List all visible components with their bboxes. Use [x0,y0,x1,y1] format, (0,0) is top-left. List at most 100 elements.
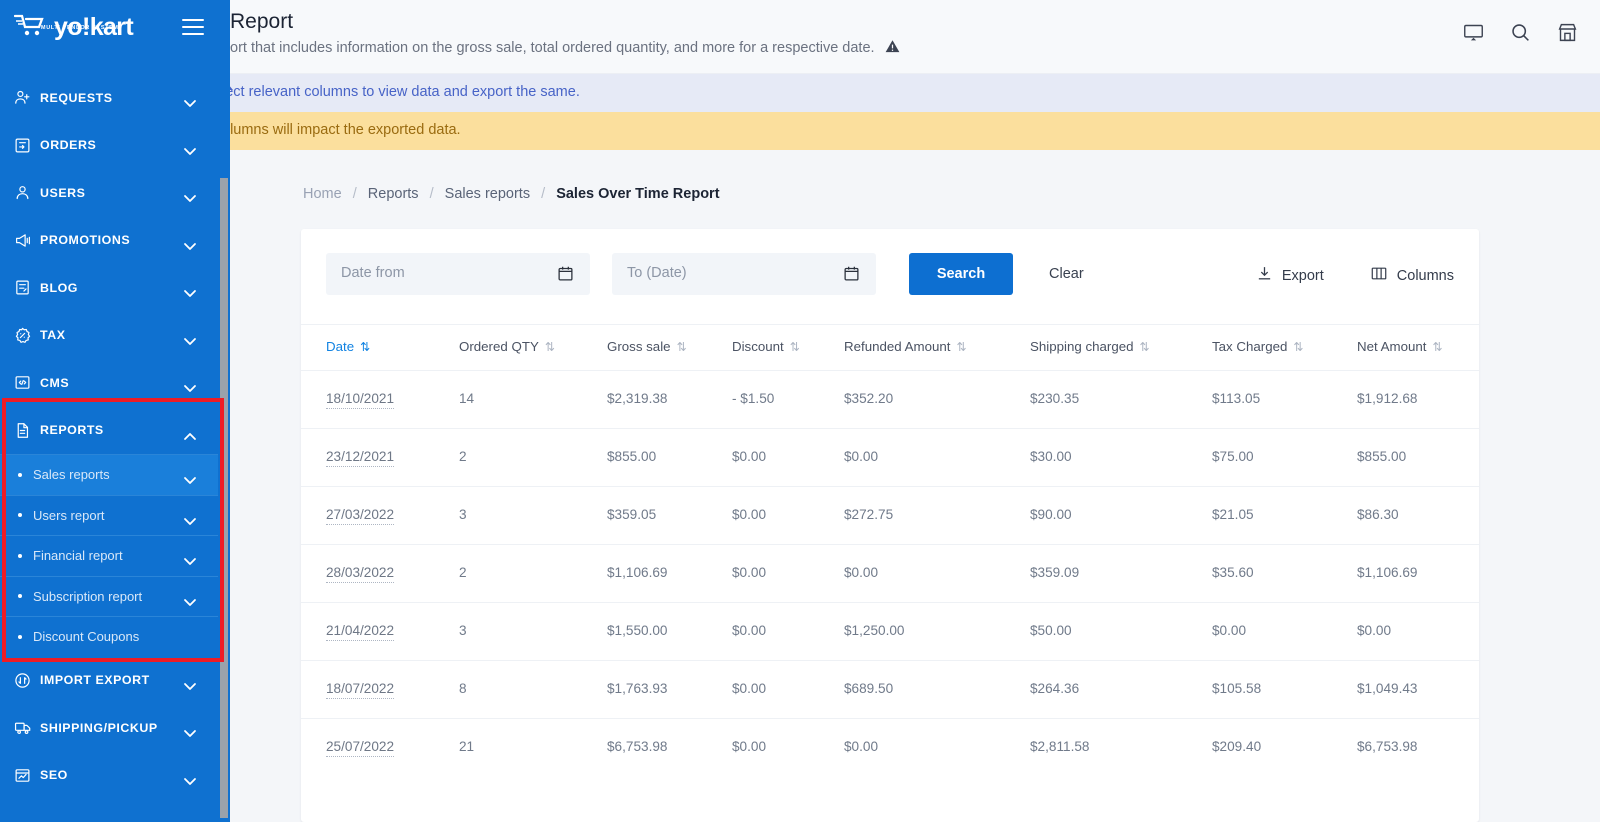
filter-toolbar: Date from To (Date) Search Clear Export … [301,229,1479,324]
search-icon[interactable] [1510,22,1531,43]
sidebar-item-promotions[interactable]: PROMOTIONS [0,217,230,265]
date-from-field[interactable]: Date from [326,253,590,295]
breadcrumb-item-sales-reports[interactable]: Sales reports [445,186,530,202]
cell-date[interactable]: 18/07/2022 [301,660,459,719]
column-label: Tax Charged [1212,339,1288,354]
column-header-discount[interactable]: Discount ⇅ [732,324,844,371]
chevron-down-icon[interactable] [180,551,200,576]
sidebar-item-import-export[interactable]: IMPORT EXPORT [0,657,230,705]
sidebar-nav: REQUESTS ORDERS USERS PROMOTIONS BLOG TAX CMS R… [0,74,230,799]
cell-date[interactable]: 27/03/2022 [301,486,459,545]
export-button[interactable]: Export [1256,265,1324,286]
sidebar-item-orders[interactable]: ORDERS [0,122,230,170]
blog-page-icon [14,279,40,296]
chevron-down-icon[interactable] [180,511,200,536]
toolbar-right-actions: Export Columns [1256,265,1454,286]
column-header-net-amount[interactable]: Net Amount ⇅ [1357,324,1479,371]
cell-discount: $0.00 [732,428,844,487]
cell-gross-sale: $855.00 [607,428,732,487]
cell-date[interactable]: 25/07/2022 [301,719,459,777]
column-header-refunded-amount[interactable]: Refunded Amount ⇅ [844,324,1030,371]
cell-shipping-charged: $90.00 [1030,486,1212,545]
sidebar-scrollbar[interactable] [220,178,228,818]
sidebar-item-blog[interactable]: BLOG [0,264,230,312]
column-header-date[interactable]: Date ⇅ [301,324,459,371]
seo-window-icon [14,767,40,784]
sidebar-subitem-subscription-report[interactable]: Subscription report [0,575,230,617]
cell-tax-charged: $0.00 [1212,602,1357,661]
sidebar-subitem-label: Users report [33,507,105,523]
warning-triangle-icon [885,39,900,58]
cell-date[interactable]: 28/03/2022 [301,544,459,603]
breadcrumb-separator: / [541,186,546,202]
export-label: Export [1281,267,1324,284]
chevron-up-icon[interactable] [180,426,200,451]
cell-net-amount: $86.30 [1357,486,1479,545]
cell-refunded-amount: $1,250.00 [844,602,1030,661]
table-header: Date ⇅ Ordered QTY ⇅ Gross sale ⇅ Discount ⇅… [301,324,1479,371]
chevron-down-icon[interactable] [180,771,200,796]
cell-refunded-amount: $0.00 [844,428,1030,487]
date-to-field[interactable]: To (Date) [612,253,876,295]
cell-tax-charged: $75.00 [1212,428,1357,487]
sort-icon: ⇅ [360,340,371,354]
sidebar-subitem-sales-reports[interactable]: Sales reports [0,454,230,495]
breadcrumb-item-home[interactable]: Home [303,186,342,202]
chevron-down-icon[interactable] [180,592,200,617]
cell-shipping-charged: $30.00 [1030,428,1212,487]
chevron-down-icon[interactable] [180,723,200,748]
chevron-down-icon[interactable] [180,331,200,356]
cell-tax-charged: $113.05 [1212,370,1357,429]
sidebar-item-cms[interactable]: CMS [0,359,230,407]
sidebar-item-users[interactable]: USERS [0,169,230,217]
column-header-shipping-charged[interactable]: Shipping charged ⇅ [1030,324,1212,371]
sidebar-toggle-icon[interactable] [182,19,204,35]
sort-icon: ⇅ [956,340,967,354]
sidebar-item-shipping-pickup[interactable]: SHIPPING/PICKUP [0,704,230,752]
user-plus-icon [14,89,40,106]
table-row: 21/04/2022 3 $1,550.00 $0.00 $1,250.00 $50.00… [301,602,1479,661]
sort-icon: ⇅ [1139,340,1150,354]
chevron-down-icon[interactable] [180,236,200,261]
store-icon[interactable] [1557,22,1578,43]
cell-date[interactable]: 23/12/2021 [301,428,459,487]
clear-button[interactable]: Clear [1049,253,1084,295]
cell-date[interactable]: 21/04/2022 [301,602,459,661]
bullet-icon [18,594,22,599]
column-header-ordered-qty[interactable]: Ordered QTY ⇅ [459,324,607,371]
monitor-icon[interactable] [1463,22,1484,43]
cell-refunded-amount: $272.75 [844,486,1030,545]
sidebar-item-requests[interactable]: REQUESTS [0,74,230,122]
cell-net-amount: $1,049.43 [1357,660,1479,719]
chevron-down-icon[interactable] [180,188,200,213]
sidebar-subitem-financial-report[interactable]: Financial report [0,535,230,576]
chevron-down-icon[interactable] [180,93,200,118]
table-row: 25/07/2022 21 $6,753.98 $0.00 $0.00 $2,811.58… [301,719,1479,777]
sidebar-item-label: USERS [40,185,86,200]
sidebar-item-reports[interactable]: REPORTS [0,407,230,455]
sidebar-item-seo[interactable]: SEO [0,752,230,800]
cell-gross-sale: $1,550.00 [607,602,732,661]
column-header-gross-sale[interactable]: Gross sale ⇅ [607,324,732,371]
cell-ordered-qty: 2 [459,544,607,603]
breadcrumb: Home / Reports / Sales reports / Sales O… [303,186,720,202]
cell-discount: $0.00 [732,602,844,661]
search-button[interactable]: Search [909,253,1013,295]
calendar-icon[interactable] [557,265,574,287]
sidebar-subitem-users-report[interactable]: Users report [0,494,230,536]
columns-button[interactable]: Columns [1370,265,1454,286]
bullet-icon [18,513,22,518]
column-header-tax-charged[interactable]: Tax Charged ⇅ [1212,324,1357,371]
chevron-down-icon[interactable] [180,378,200,403]
sidebar-item-tax[interactable]: TAX [0,312,230,360]
breadcrumb-item-reports[interactable]: Reports [368,186,419,202]
column-label: Date [326,339,355,354]
chevron-down-icon[interactable] [180,470,200,495]
sidebar-subitem-discount-coupons[interactable]: Discount Coupons [0,616,230,657]
chevron-down-icon[interactable] [180,283,200,308]
chevron-down-icon[interactable] [180,676,200,701]
cell-date[interactable]: 18/10/2021 [301,370,459,429]
chevron-down-icon[interactable] [180,141,200,166]
calendar-icon[interactable] [843,265,860,287]
bullet-icon [18,634,22,639]
